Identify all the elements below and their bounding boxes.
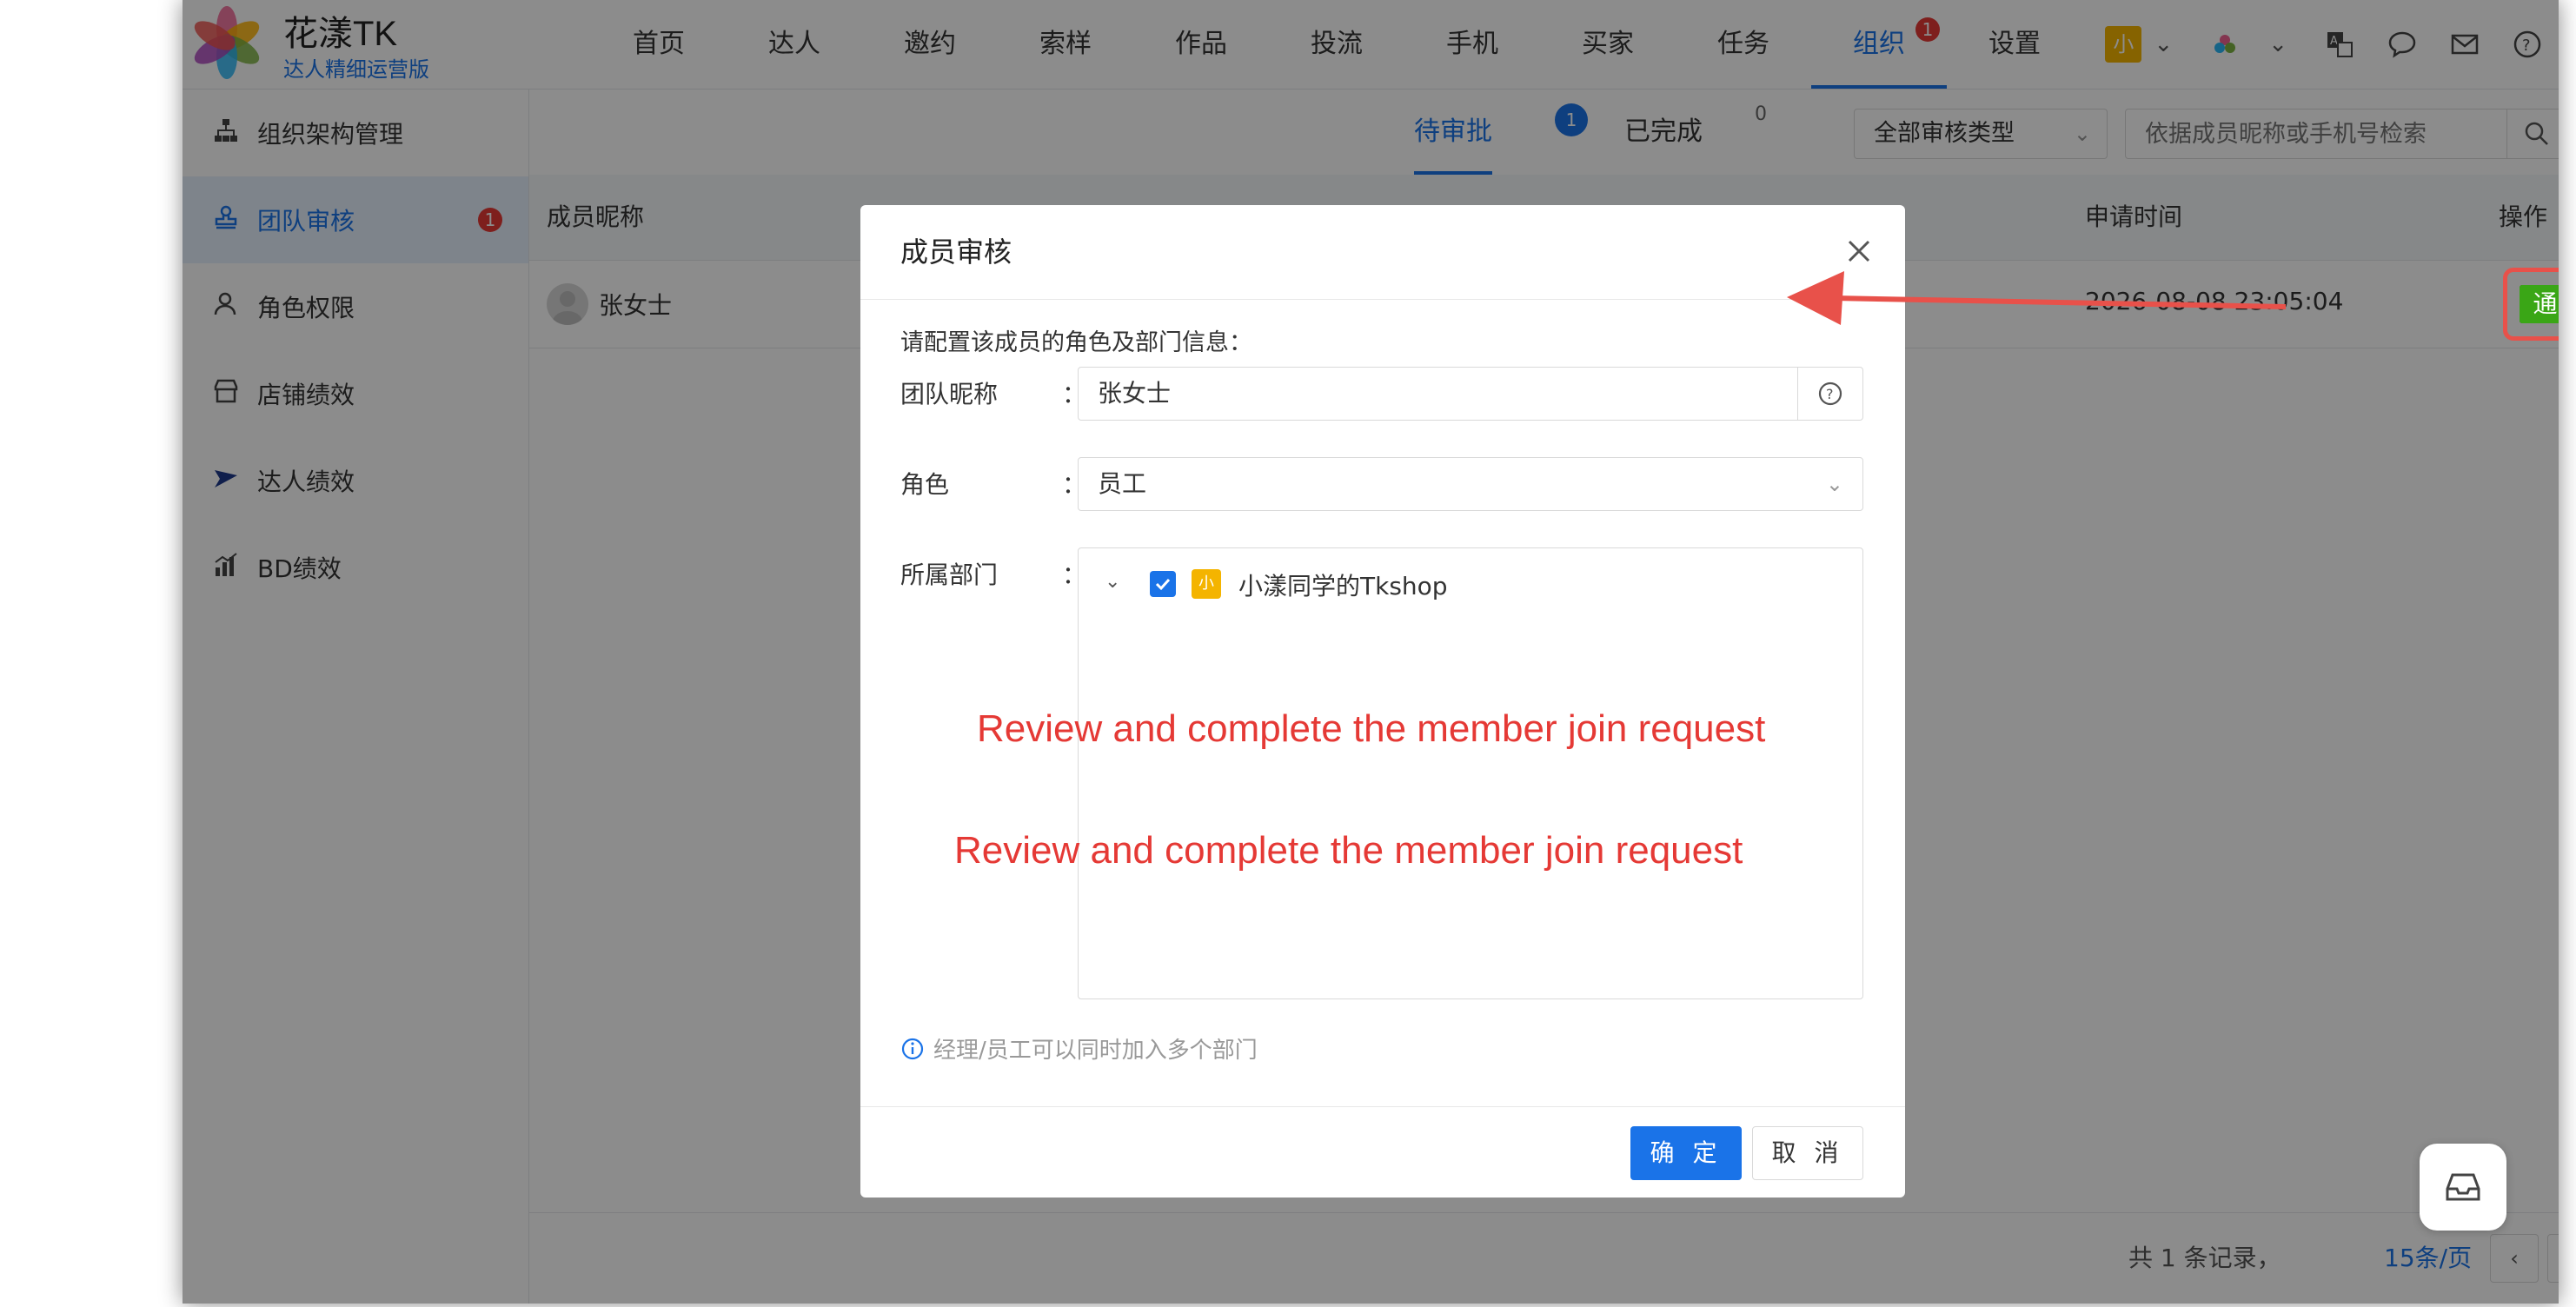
dialog-footer: 确 定 取 消 — [860, 1106, 1905, 1198]
close-button[interactable] — [1839, 231, 1879, 271]
nickname-label: 团队昵称 — [900, 380, 999, 408]
cancel-button[interactable]: 取 消 — [1752, 1126, 1863, 1180]
highlight-frame — [2503, 268, 2559, 341]
annotation-text: Review and complete the member join requ… — [977, 707, 1766, 750]
department-label: 所属部门 — [900, 561, 999, 589]
info-circle-icon — [901, 1038, 924, 1059]
team-nickname-value: 张女士 — [1098, 379, 1172, 408]
department-tree: ⌄ 小 小漾同学的Tkshop — [1078, 547, 1863, 999]
role-select[interactable]: 员工 ⌄ — [1078, 457, 1863, 511]
check-icon — [1155, 578, 1171, 591]
chevron-down-icon[interactable]: ⌄ — [1105, 571, 1120, 593]
member-review-dialog: 成员审核 请配置该成员的角色及部门信息： 团队昵称 ： 张女士 ? 角色 ： 员… — [860, 205, 1905, 1198]
department-checkbox[interactable] — [1150, 571, 1176, 597]
inbox-float-button[interactable] — [2420, 1144, 2506, 1231]
confirm-button[interactable]: 确 定 — [1630, 1126, 1742, 1180]
chevron-down-icon: ⌄ — [1825, 472, 1843, 496]
role-value: 员工 — [1098, 469, 1147, 498]
app-window: 花漾TK 达人精细运营版 首页 达人 邀约 索样 作品 投流 手机 买家 任务 … — [183, 0, 2559, 1304]
close-icon — [1848, 240, 1870, 262]
dialog-title: 成员审核 — [900, 236, 1012, 269]
dialog-description: 请配置该成员的角色及部门信息： — [900, 329, 1252, 356]
dialog-hint: 经理/员工可以同时加入多个部门 — [900, 1032, 1258, 1065]
department-avatar: 小 — [1192, 569, 1221, 599]
dialog-hint-text: 经理/员工可以同时加入多个部门 — [933, 1038, 1258, 1064]
help-button[interactable]: ? — [1797, 368, 1862, 420]
team-nickname-field[interactable]: 张女士 ? — [1078, 367, 1863, 421]
role-label: 角色 — [900, 470, 950, 499]
annotation-text: Review and complete the member join requ… — [954, 829, 1743, 872]
department-name[interactable]: 小漾同学的Tkshop — [1238, 567, 1448, 602]
inbox-icon — [2446, 1173, 2480, 1201]
dialog-header: 成员审核 — [860, 205, 1905, 300]
svg-text:?: ? — [1826, 386, 1834, 402]
question-circle-icon: ? — [1818, 381, 1842, 406]
